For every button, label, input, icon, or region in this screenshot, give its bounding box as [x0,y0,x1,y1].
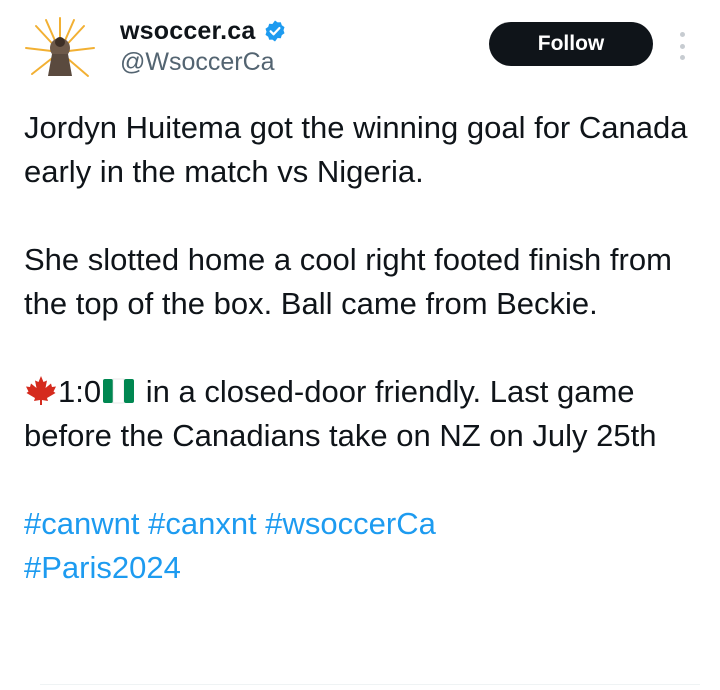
tweet-paragraph-2: She slotted home a cool right footed fin… [24,242,672,321]
more-vertical-icon[interactable] [670,28,694,64]
tweet-header: wsoccer.ca @WsoccerCa Follow [0,0,720,100]
tweet-text: Jordyn Huitema got the winning goal for … [24,106,704,590]
hashtag-link[interactable]: #Paris2024 [24,550,181,585]
soccer-player-sunburst-icon [25,17,95,77]
name-row: wsoccer.ca [120,14,287,48]
avatar[interactable] [22,14,98,90]
tweet-paragraph-1: Jordyn Huitema got the winning goal for … [24,110,688,189]
hashtag-link[interactable]: #canwnt [24,506,139,541]
hashtag-link[interactable]: #wsoccerCa [265,506,436,541]
canada-maple-leaf-icon [26,376,56,405]
hashtag-link[interactable]: #canxnt [148,506,257,541]
hashtags: #canwnt #canxnt #wsoccerCa #Paris2024 [24,502,704,590]
display-name[interactable]: wsoccer.ca [120,17,255,46]
divider [40,684,700,685]
score: 1:0 [58,374,102,409]
handle[interactable]: @WsoccerCa [120,48,275,77]
tweet-paragraph-3: 1:0 in a closed-door friendly. Last game… [24,370,704,458]
nigeria-flag-icon [103,378,135,404]
follow-button[interactable]: Follow [489,22,653,66]
verified-badge-icon [265,20,285,42]
